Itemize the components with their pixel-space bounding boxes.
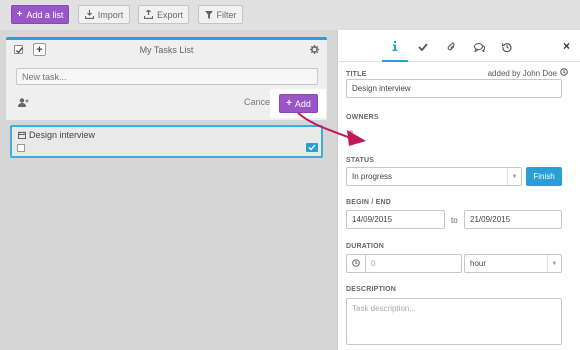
title-label: TITLE xyxy=(346,71,367,78)
history-icon xyxy=(501,42,512,54)
tab-attachments[interactable] xyxy=(438,34,464,62)
tab-history[interactable] xyxy=(494,34,520,62)
clock-icon xyxy=(560,68,568,78)
owners-label: OWNERS xyxy=(346,114,379,121)
filter-label: Filter xyxy=(216,9,237,20)
status-value: In progress xyxy=(352,172,393,181)
close-icon[interactable]: × xyxy=(563,39,570,53)
title-value: Design interview xyxy=(352,84,411,93)
begin-date-field[interactable]: 14/09/2015 xyxy=(346,210,445,229)
calendar-icon xyxy=(18,131,26,141)
to-label: to xyxy=(451,216,458,225)
list-header: + My Tasks List xyxy=(6,40,327,62)
duration-label: DURATION xyxy=(346,243,385,250)
task-card[interactable]: Design interview xyxy=(10,125,323,158)
add-list-button[interactable]: + Add a list xyxy=(11,5,69,24)
task-detail-panel: × TITLE added by John Doe Design intervi… xyxy=(337,30,580,350)
check-icon xyxy=(418,43,428,53)
description-label: DESCRIPTION xyxy=(346,286,397,293)
filter-icon xyxy=(204,10,213,19)
tab-info[interactable] xyxy=(382,34,408,62)
status-label: STATUS xyxy=(346,157,375,164)
import-button[interactable]: Import xyxy=(78,5,130,24)
import-icon xyxy=(84,10,94,19)
lists-area: + My Tasks List Cancel + Add Design inte… xyxy=(0,30,337,350)
comments-icon xyxy=(473,42,485,54)
task-title: Design interview xyxy=(29,130,96,140)
add-user-icon[interactable] xyxy=(18,98,29,109)
status-select[interactable]: In progress ▼ xyxy=(346,167,522,186)
added-by: added by John Doe xyxy=(488,68,568,78)
task-checkbox[interactable] xyxy=(17,144,25,152)
add-owner-icon[interactable] xyxy=(347,130,358,141)
title-field[interactable]: Design interview xyxy=(346,79,562,98)
chevron-down-icon: ▼ xyxy=(547,255,561,272)
duration-input[interactable]: 0 xyxy=(365,254,462,273)
plus-icon: + xyxy=(16,9,23,20)
new-task-input[interactable] xyxy=(16,68,318,85)
clock-icon xyxy=(352,258,360,269)
export-button[interactable]: Export xyxy=(138,5,189,24)
begin-date-value: 14/09/2015 xyxy=(352,215,393,224)
cancel-button[interactable]: Cancel xyxy=(244,97,272,107)
export-label: Export xyxy=(156,9,183,20)
duration-unit-select[interactable]: hour ▼ xyxy=(464,254,562,273)
add-label: Add xyxy=(294,98,311,109)
toolbar: + Add a list Import Export Filter xyxy=(0,0,580,30)
end-date-field[interactable]: 21/09/2015 xyxy=(464,210,562,229)
added-by-text: added by John Doe xyxy=(487,68,557,78)
add-button[interactable]: + Add xyxy=(279,94,318,113)
description-placeholder: Task description... xyxy=(352,304,417,313)
add-list-label: Add a list xyxy=(26,9,64,20)
tab-subtasks[interactable] xyxy=(410,34,436,62)
filter-button[interactable]: Filter xyxy=(198,5,243,24)
export-icon xyxy=(143,10,153,19)
detail-tabs: × xyxy=(338,30,580,62)
duration-unit-value: hour xyxy=(470,259,487,268)
list-title: My Tasks List xyxy=(139,45,194,55)
duration-clock xyxy=(346,254,365,273)
import-label: Import xyxy=(97,9,124,20)
duration-placeholder: 0 xyxy=(371,259,376,268)
tab-comments[interactable] xyxy=(466,34,492,62)
plus-icon: + xyxy=(286,98,292,109)
finish-button[interactable]: Finish xyxy=(526,167,562,186)
begin-end-label: BEGIN / END xyxy=(346,199,391,206)
paperclip-icon xyxy=(447,42,456,54)
end-date-value: 21/09/2015 xyxy=(470,215,511,224)
description-textarea[interactable]: Task description... xyxy=(346,298,562,345)
gear-icon[interactable] xyxy=(310,45,319,56)
chevron-down-icon: ▼ xyxy=(507,168,521,185)
info-icon xyxy=(392,41,398,53)
task-done-badge[interactable] xyxy=(306,143,318,152)
